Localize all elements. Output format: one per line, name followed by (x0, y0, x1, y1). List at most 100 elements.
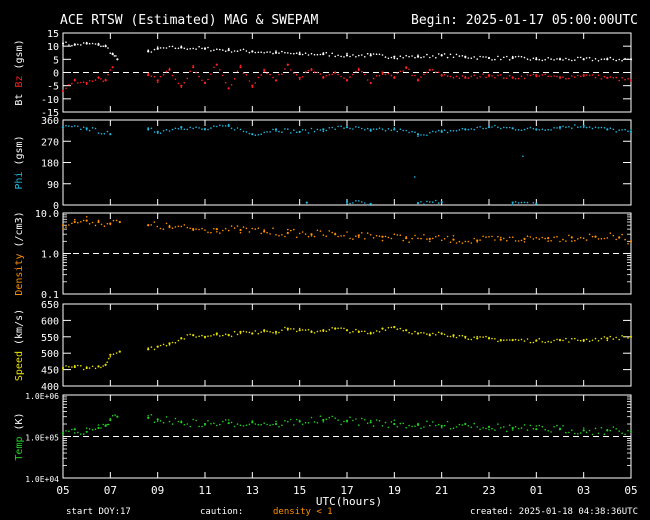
data-point (449, 53, 452, 56)
data-point (364, 238, 366, 240)
data-point (473, 336, 476, 339)
data-point (606, 237, 609, 239)
data-point (112, 353, 115, 356)
data-point (432, 55, 434, 57)
data-point (399, 422, 402, 425)
data-point (565, 337, 567, 340)
data-point (364, 56, 366, 58)
data-point (109, 353, 112, 356)
data-point (340, 75, 342, 78)
data-point (186, 334, 189, 336)
data-point (387, 72, 390, 75)
data-point (216, 48, 218, 50)
data-point (426, 134, 428, 137)
data-point (337, 419, 339, 421)
data-point (455, 336, 458, 339)
series-temp (61, 414, 633, 436)
data-point (269, 73, 271, 76)
data-point (100, 366, 102, 369)
data-point (328, 230, 331, 232)
x-tick-label: 01 (530, 484, 543, 497)
data-point (284, 326, 286, 329)
data-point (627, 242, 629, 245)
data-point (562, 125, 564, 128)
data-point (248, 331, 251, 334)
data-point (467, 57, 470, 59)
data-point (585, 239, 588, 241)
data-point (325, 418, 328, 421)
data-point (168, 420, 171, 423)
data-point (275, 79, 277, 82)
data-point (559, 338, 561, 341)
data-point (612, 338, 615, 340)
data-point (414, 176, 416, 178)
data-point (574, 76, 576, 78)
data-point (304, 129, 307, 131)
data-point (443, 129, 446, 131)
data-point (629, 79, 633, 82)
data-point (416, 133, 420, 136)
data-point (304, 421, 307, 424)
data-point (470, 338, 473, 341)
data-point (174, 226, 177, 228)
data-point (405, 54, 408, 57)
data-point (411, 74, 413, 77)
data-point (68, 83, 70, 86)
data-point (577, 74, 579, 77)
data-point (260, 74, 263, 76)
data-point (195, 71, 197, 74)
series-speed (61, 325, 633, 371)
data-point (290, 69, 292, 71)
data-point (251, 420, 254, 422)
data-point (440, 129, 443, 132)
data-point (97, 42, 100, 45)
data-point (437, 202, 440, 204)
data-point (352, 202, 354, 204)
data-point (508, 236, 511, 239)
data-point (236, 333, 239, 336)
data-point (535, 428, 538, 431)
data-point (600, 337, 603, 340)
data-point (396, 57, 399, 60)
data-point (511, 201, 514, 204)
data-point (366, 232, 369, 234)
data-point (556, 235, 558, 238)
data-point (319, 129, 322, 131)
data-point (429, 424, 431, 427)
data-point (222, 420, 224, 423)
data-point (511, 426, 514, 430)
data-point (399, 234, 402, 236)
data-point (174, 78, 177, 80)
data-point (423, 203, 425, 205)
data-point (239, 231, 242, 234)
data-point (372, 53, 375, 55)
data-point (497, 126, 499, 128)
data-point (526, 74, 529, 76)
data-point (293, 424, 295, 426)
data-point (239, 66, 242, 69)
data-point (236, 127, 239, 129)
data-point (550, 129, 552, 131)
data-point (597, 238, 600, 240)
data-point (153, 221, 156, 223)
data-point (396, 130, 399, 133)
data-point (316, 53, 319, 56)
data-point (511, 127, 514, 129)
data-point (488, 75, 490, 78)
data-point (559, 76, 561, 78)
data-point (538, 337, 541, 340)
data-point (74, 432, 76, 434)
data-point (106, 361, 108, 364)
y-tick-label: 600 (41, 316, 59, 327)
data-point (428, 237, 431, 240)
data-point (201, 47, 203, 50)
data-point (322, 330, 325, 333)
data-point (364, 128, 366, 131)
data-point (390, 74, 393, 77)
data-point (381, 73, 384, 75)
data-point (372, 332, 375, 334)
data-point (248, 231, 251, 233)
data-point (156, 46, 159, 48)
data-point (216, 125, 218, 128)
data-point (192, 127, 194, 130)
